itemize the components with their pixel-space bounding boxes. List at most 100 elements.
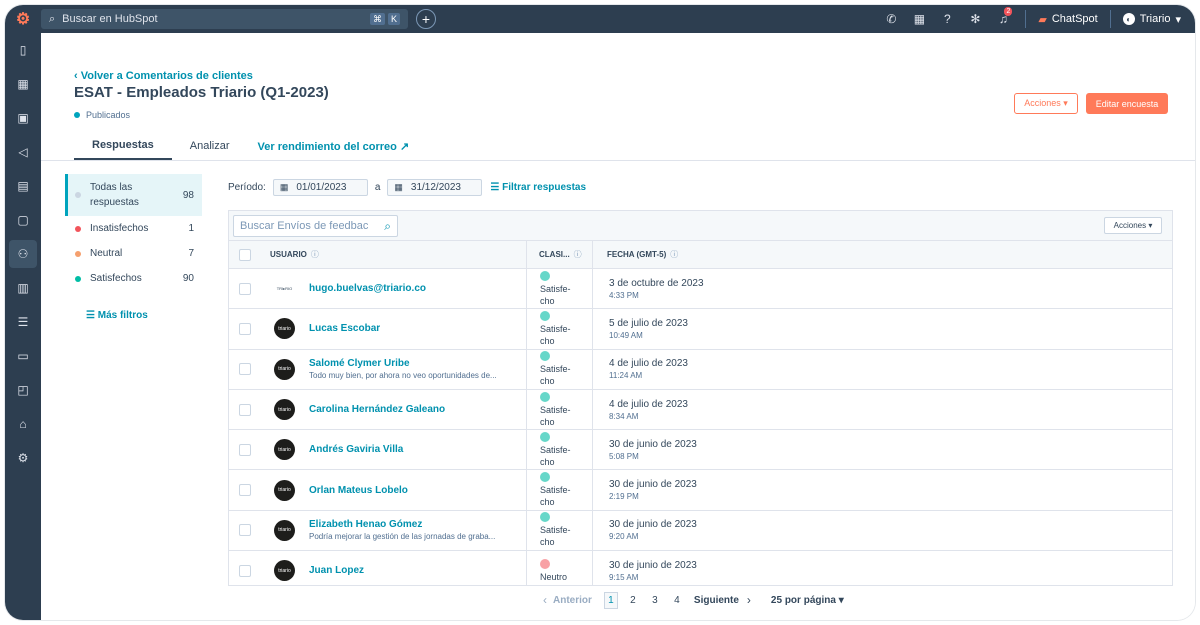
notifications-bell-icon[interactable]: ♫ 2 [989,7,1017,26]
row-checkbox-cell [229,511,260,550]
user-name-link[interactable]: Salomé Clymer Uribe [309,357,514,370]
marketplace-store-icon[interactable]: ⌂ [5,407,41,441]
development-icon[interactable]: ◰ [5,373,41,407]
classification-label: Satisfe- cho [540,485,571,508]
table-row[interactable]: triario Orlan Mateus Lobelo Satisfe- cho 30… [229,470,1172,511]
info-icon[interactable]: ⓘ [311,249,319,260]
row-checkbox[interactable] [238,484,251,497]
settings-gear-icon[interactable]: ✻ [961,12,989,26]
back-link[interactable]: ‹ Volver a Comentarios de clientes [74,70,253,82]
reporting-icon[interactable]: ▥ [5,271,41,305]
chevron-left-icon[interactable]: ‹ [543,593,547,607]
contacts-icon[interactable]: ▣ [5,101,41,135]
per-page-select[interactable]: 25 por página ▾ [771,595,844,606]
avatar: triario [274,439,295,461]
filter-all[interactable]: Todas las respuestas 98 [65,174,202,216]
row-checkbox[interactable] [238,282,251,295]
actions-button[interactable]: Acciones ▾ [1014,93,1078,114]
tab-responses[interactable]: Respuestas [74,131,172,161]
filter-neutral[interactable]: Neutral 7 [65,241,202,266]
page-4-button[interactable]: 4 [670,592,684,609]
user-name-link[interactable]: Lucas Escobar [309,322,380,335]
filter-dissatisfied[interactable]: Insatisfechos 1 [65,216,202,241]
date-cell: 30 de junio de 2023 2:19 PM [592,470,1172,510]
automation-icon[interactable]: ⚇ [9,240,37,268]
commerce-icon[interactable]: ▢ [5,203,41,237]
filter-responses-link[interactable]: ☰ Filtrar respuestas [490,182,586,193]
hubspot-logo-icon[interactable]: ⚙ [5,5,41,33]
user-name-link[interactable]: Orlan Mateus Lobelo [309,484,408,497]
table-row[interactable]: triario Salomé Clymer Uribe Todo muy bien,… [229,349,1172,390]
header-classification[interactable]: CLASI... ⓘ [526,241,592,268]
top-nav: ⚙ ⌕ Buscar en HubSpot ⌘ K + ✆ ▦ ? ✻ ♫ 2 ▰… [5,5,1195,33]
page-3-button[interactable]: 3 [648,592,662,609]
info-icon[interactable]: ⓘ [574,249,582,260]
user-name-link[interactable]: Juan Lopez [309,564,364,577]
search-icon[interactable]: ⌕ [384,219,391,234]
marketplace-icon[interactable]: ▦ [905,12,933,26]
email-performance-link[interactable]: Ver rendimiento del correo ↗ [248,131,428,161]
marketing-icon[interactable]: ◁ [5,135,41,169]
info-icon[interactable]: ⓘ [670,249,678,260]
table-body: TRI▸RIO hugo.buelvas@triario.co Satisfe- c… [229,269,1172,585]
row-checkbox[interactable] [238,443,251,456]
table-row[interactable]: triario Lucas Escobar Satisfe- cho 5 de jul… [229,309,1172,350]
date-cell: 30 de junio de 2023 9:20 AM [592,510,1172,551]
chevron-right-icon[interactable]: › [747,593,751,607]
table-actions-button[interactable]: Acciones ▾ [1104,217,1162,234]
dashboards-icon[interactable]: ▦ [5,67,41,101]
status-dot [74,112,80,118]
response-time: 8:34 AM [609,411,639,421]
chatspot-button[interactable]: ▰ ChatSpot [1034,13,1101,26]
user-info: Salomé Clymer Uribe Todo muy bien, por ah… [309,357,514,381]
account-menu[interactable]: ◐ Triario ▾ [1119,13,1195,26]
row-checkbox[interactable] [238,524,251,537]
table-row[interactable]: TRI▸RIO hugo.buelvas@triario.co Satisfe- c… [229,269,1172,310]
table-row[interactable]: triario Carolina Hernández Galeano Satisfe… [229,389,1172,431]
table-row[interactable]: triario Elizabeth Henao Gómez Podría mejor… [229,510,1172,552]
filter-satisfied[interactable]: Satisfechos 90 [65,266,202,291]
start-date-input[interactable]: ▦ 01/01/2023 [272,179,368,196]
classification-cell: Neutro [526,551,592,585]
user-name-link[interactable]: Carolina Hernández Galeano [309,403,445,416]
select-all-checkbox[interactable] [238,248,251,261]
header-user[interactable]: USUARIO ⓘ [260,241,526,268]
settings-icon[interactable]: ⚙ [5,441,41,475]
classification-cell: Satisfe- cho [526,309,592,349]
tab-analyze[interactable]: Analizar [172,131,248,161]
table-search-input[interactable]: Buscar Envíos de feedbac ⌕ [233,215,398,237]
global-search-input[interactable]: ⌕ Buscar en HubSpot ⌘ K [41,9,408,29]
date-cell: 3 de octubre de 2023 4:33 PM [592,269,1172,309]
library-folder-icon[interactable]: ▭ [5,339,41,373]
end-date-input[interactable]: ▦ 31/12/2023 [387,179,483,196]
response-time: 4:33 PM [609,290,639,300]
user-name-link[interactable]: hugo.buelvas@triario.co [309,282,426,295]
content-icon[interactable]: ▤ [5,169,41,203]
data-management-icon[interactable]: ☰ [5,305,41,339]
edit-survey-button[interactable]: Editar encuesta [1086,93,1168,114]
create-new-button[interactable]: + [416,9,436,29]
row-checkbox-cell [229,430,260,469]
page-2-button[interactable]: 2 [626,592,640,609]
filter-dot [75,275,81,282]
row-checkbox[interactable] [238,363,251,376]
help-icon[interactable]: ? [933,12,961,26]
table-row[interactable]: triario Juan Lopez Neutro 30 de junio de 20… [229,551,1172,585]
page-1-button[interactable]: 1 [603,591,618,609]
phone-icon[interactable]: ✆ [877,12,905,26]
row-checkbox[interactable] [238,564,251,577]
row-checkbox-cell [229,470,260,509]
header-date[interactable]: FECHA (GMT-5) ⓘ [592,241,1172,268]
table-row[interactable]: triario Andrés Gaviria Villa Satisfe- cho 3… [229,430,1172,471]
next-page-button[interactable]: Siguiente [694,595,739,606]
date-cell: 30 de junio de 2023 9:15 AM [592,551,1172,585]
user-name-link[interactable]: Andrés Gaviria Villa [309,443,403,456]
user-name-link[interactable]: Elizabeth Henao Gómez [309,518,514,531]
classification-label: Satisfe- cho [540,323,571,346]
prev-page-button[interactable]: Anterior [553,595,592,606]
bookmarks-icon[interactable]: ▯ [5,33,41,67]
more-filters-link[interactable]: ☰ Más filtros [86,310,148,321]
start-date-value: 01/01/2023 [296,182,347,193]
row-checkbox[interactable] [238,403,251,416]
row-checkbox[interactable] [238,322,251,335]
